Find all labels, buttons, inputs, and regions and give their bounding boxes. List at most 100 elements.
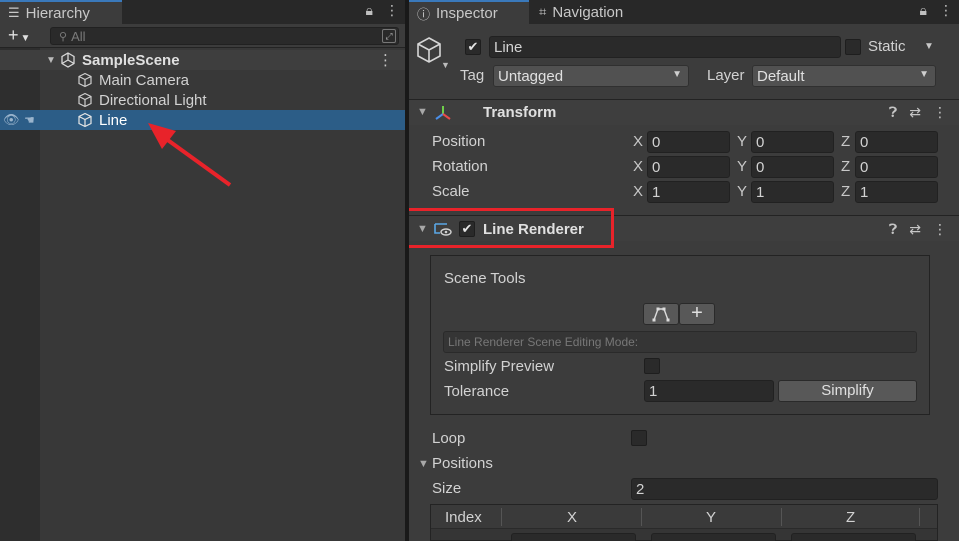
transform-header[interactable]: ▼ Transform ❓︎ ⇄ ⋮ [409, 99, 959, 125]
rotation-z-field[interactable]: 0 [855, 156, 938, 178]
lock-icon[interactable]: 🔒︎ [920, 2, 927, 19]
list-item-label: Main Camera [99, 71, 190, 89]
size-field[interactable]: 2 [631, 478, 938, 500]
hierarchy-toolbar: + ▼ ⚲ All ⤢ [0, 24, 405, 48]
tag-dropdown[interactable]: Untagged ▼ [493, 65, 689, 87]
column-header-x: X [567, 509, 578, 526]
list-item[interactable]: Main Camera [0, 70, 405, 90]
position-x-field[interactable]: 0 [647, 131, 730, 153]
hierarchy-panel: ☰ Hierarchy 🔒︎ ⋮ + ▼ ⚲ All ⤢ ▼ SampleScen… [0, 0, 405, 541]
collapse-arrow-icon[interactable]: ▼ [46, 55, 56, 66]
scene-more-icon[interactable]: ⋮ [378, 51, 393, 69]
scene-name: SampleScene [82, 51, 180, 69]
editing-mode-label: Line Renderer Scene Editing Mode: [448, 335, 639, 349]
hierarchy-search-input[interactable]: ⚲ All ⤢ [50, 27, 399, 45]
field-value: 0 [652, 133, 661, 151]
positions-table: Index X Y Z [430, 504, 938, 541]
help-icon[interactable]: ❓︎ [889, 221, 897, 238]
highlight-box [409, 208, 614, 248]
tab-inspector-label: Inspector [436, 4, 498, 22]
tab-navigation[interactable]: ⌗ Navigation [531, 0, 631, 24]
column-header-index: Index [445, 509, 482, 526]
axis-y-label: Y [737, 133, 748, 150]
axis-x-label: X [633, 158, 644, 175]
tab-hierarchy[interactable]: ☰ Hierarchy [0, 0, 122, 24]
tolerance-label: Tolerance [444, 383, 510, 400]
scale-x-field[interactable]: 1 [647, 181, 730, 203]
column-divider [501, 508, 502, 526]
edit-points-icon [652, 307, 670, 322]
position-cell-field[interactable] [511, 533, 636, 541]
column-header-y: Y [706, 509, 717, 526]
create-points-button[interactable]: + [679, 303, 715, 325]
search-placeholder: All [71, 28, 86, 44]
search-filter-icon[interactable]: ⤢ [382, 29, 396, 43]
loop-checkbox[interactable] [631, 430, 647, 446]
gameobject-cube-icon [78, 72, 92, 88]
axis-y-label: Y [737, 183, 748, 200]
transform-row-label: Position [432, 133, 486, 150]
tolerance-field[interactable]: 1 [644, 380, 774, 402]
field-value: 1 [756, 183, 765, 201]
column-divider [781, 508, 782, 526]
object-name-value: Line [494, 38, 523, 56]
help-icon[interactable]: ❓︎ [889, 104, 897, 121]
static-checkbox[interactable] [845, 39, 861, 55]
position-cell-field[interactable] [651, 533, 776, 541]
tab-inspector[interactable]: ⓘ Inspector [409, 0, 529, 24]
scale-y-field[interactable]: 1 [751, 181, 834, 203]
scale-z-field[interactable]: 1 [855, 181, 938, 203]
icon-dropdown-arrow-icon[interactable]: ▼ [441, 60, 450, 70]
scene-row[interactable]: ▼ SampleScene ⋮ [0, 50, 405, 70]
field-value: 0 [860, 158, 869, 176]
add-object-button[interactable]: + ▼ [8, 25, 30, 46]
preset-icon[interactable]: ⇄ [909, 221, 921, 238]
field-value: 1 [652, 183, 661, 201]
active-checkbox[interactable]: ✔ [465, 39, 481, 55]
position-z-field[interactable]: 0 [855, 131, 938, 153]
info-icon: ⓘ [417, 6, 431, 22]
list-item-label: Line [99, 111, 128, 129]
component-more-icon[interactable]: ⋮ [933, 104, 947, 121]
pickable-hand-icon[interactable]: ☚ [24, 113, 35, 127]
rotation-x-field[interactable]: 0 [647, 156, 730, 178]
search-icon: ⚲ [59, 30, 68, 43]
position-y-field[interactable]: 0 [751, 131, 834, 153]
lock-icon[interactable]: 🔒︎ [366, 2, 373, 19]
tag-value: Untagged [498, 67, 564, 85]
navigation-icon: ⌗ [539, 4, 547, 19]
dropdown-arrow-icon: ▼ [20, 33, 31, 44]
more-icon[interactable]: ⋮ [385, 2, 399, 19]
object-name-field[interactable]: Line [489, 36, 841, 58]
column-header-z: Z [846, 509, 856, 526]
plus-icon: + [691, 302, 703, 324]
scene-tools-label: Scene Tools [444, 270, 526, 287]
component-more-icon[interactable]: ⋮ [933, 221, 947, 238]
rotation-y-field[interactable]: 0 [751, 156, 834, 178]
simplify-button-label: Simplify [821, 382, 874, 399]
layer-value: Default [757, 67, 805, 85]
tag-label: Tag [460, 67, 485, 84]
positions-fold-arrow-icon[interactable]: ▼ [418, 458, 429, 470]
edit-points-button[interactable] [643, 303, 679, 325]
simplify-button[interactable]: Simplify [778, 380, 917, 402]
preset-icon[interactable]: ⇄ [909, 104, 921, 121]
static-dropdown-arrow-icon[interactable]: ▼ [924, 41, 934, 52]
position-cell-field[interactable] [791, 533, 916, 541]
more-icon[interactable]: ⋮ [939, 2, 953, 19]
inspector-panel: ⓘ Inspector ⌗ Navigation 🔒︎ ⋮ ▼ ✔ Line S… [409, 0, 959, 541]
add-icon: + [8, 25, 19, 45]
tab-hierarchy-label: Hierarchy [25, 4, 90, 22]
transform-title: Transform [483, 104, 557, 121]
fold-arrow-icon[interactable]: ▼ [417, 106, 428, 118]
layer-dropdown[interactable]: Default ▼ [752, 65, 936, 87]
axis-z-label: Z [841, 133, 851, 150]
transform-axes-icon [435, 106, 451, 120]
field-value: 2 [636, 480, 645, 498]
column-divider [919, 508, 920, 526]
list-item[interactable]: Directional Light [0, 90, 405, 110]
visibility-eye-icon[interactable]: 👁︎ [3, 112, 20, 128]
field-value: 0 [860, 133, 869, 151]
gameobject-large-icon[interactable] [415, 36, 443, 66]
simplify-preview-checkbox[interactable] [644, 358, 660, 374]
